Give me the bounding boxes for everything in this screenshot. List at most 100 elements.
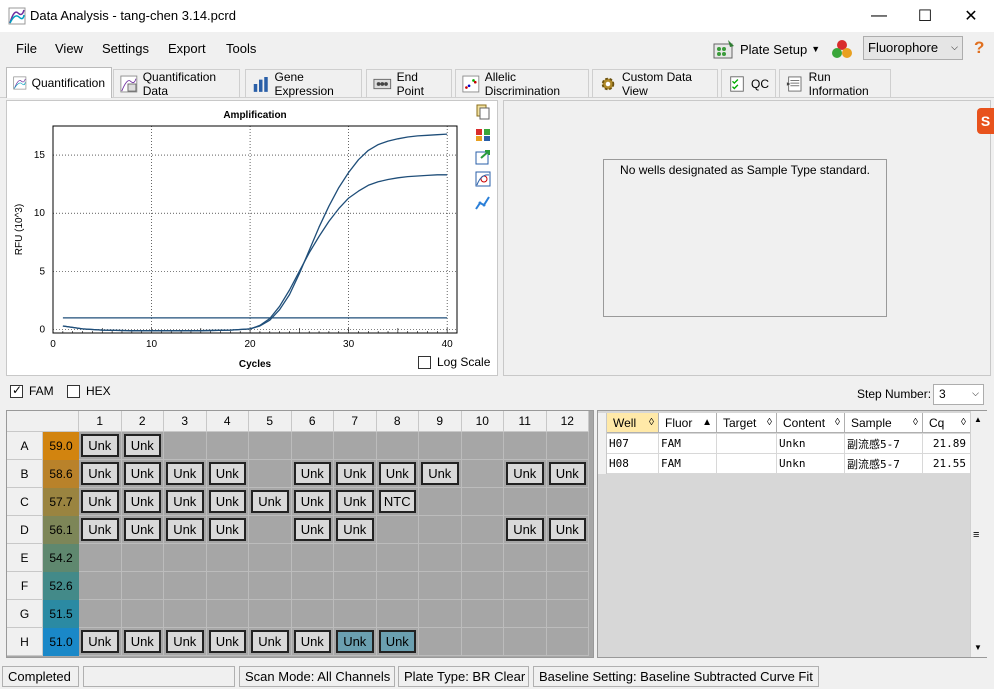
well-content-label[interactable]: Unk [378, 630, 416, 653]
table-cell-content[interactable]: Unkn [777, 454, 845, 474]
well-content-label[interactable]: Unk [251, 630, 289, 653]
plate-well-A12[interactable] [546, 432, 589, 460]
plate-well-F10[interactable] [461, 572, 504, 600]
plate-well-A2[interactable]: Unk [121, 432, 164, 460]
plate-row-header[interactable]: H [7, 628, 43, 656]
plate-well-G8[interactable] [376, 600, 419, 628]
plate-well-B10[interactable] [461, 460, 504, 488]
column-header-content[interactable]: Content ◊ [777, 413, 845, 433]
column-header-sample[interactable]: Sample ◊ [845, 413, 923, 433]
fluorophore-color-icon[interactable] [830, 38, 854, 60]
log-scale-checkbox[interactable] [418, 355, 431, 369]
plate-row-header[interactable]: G [7, 600, 43, 628]
plate-well-C5[interactable]: Unk [249, 488, 292, 516]
tab-run-information[interactable]: Run Information [779, 69, 891, 98]
plate-well-B5[interactable] [249, 460, 292, 488]
well-content-label[interactable]: Unk [81, 630, 119, 653]
table-cell-well[interactable]: H07 [607, 434, 659, 454]
well-content-label[interactable]: Unk [166, 490, 204, 513]
plate-well-F11[interactable] [504, 572, 547, 600]
plate-well-H9[interactable] [419, 628, 462, 656]
plate-well-E9[interactable] [419, 544, 462, 572]
plate-well-C6[interactable]: Unk [291, 488, 334, 516]
plate-well-D2[interactable]: Unk [121, 516, 164, 544]
column-header-cq[interactable]: Cq ◊ [923, 413, 971, 433]
plate-well-G4[interactable] [206, 600, 249, 628]
plate-well-D5[interactable] [249, 516, 292, 544]
table-cell-cq[interactable]: 21.55 [923, 454, 971, 474]
fluorophore-select[interactable]: Fluorophore ⌵ [863, 36, 963, 60]
well-content-label[interactable]: Unk [293, 518, 331, 541]
fam-checkbox[interactable] [10, 383, 23, 398]
table-cell-content[interactable]: Unkn [777, 434, 845, 454]
plate-well-E8[interactable] [376, 544, 419, 572]
plate-well-C11[interactable] [504, 488, 547, 516]
hex-checkbox[interactable] [67, 384, 80, 398]
menu-view[interactable]: View [55, 41, 83, 56]
plate-well-E2[interactable] [121, 544, 164, 572]
curve-options-icon[interactable] [475, 195, 491, 211]
well-content-label[interactable]: Unk [81, 462, 119, 485]
plate-setup-button[interactable]: Plate Setup ▼ [712, 36, 820, 62]
plate-column-header[interactable]: 7 [334, 411, 377, 432]
plate-well-D3[interactable]: Unk [164, 516, 207, 544]
tab-gene-expression[interactable]: Gene Expression [245, 69, 362, 98]
plate-well-C8[interactable]: NTC [376, 488, 419, 516]
plate-well-G3[interactable] [164, 600, 207, 628]
ime-icon[interactable]: S [977, 108, 994, 134]
plate-column-header[interactable]: 9 [419, 411, 462, 432]
plate-well-B3[interactable]: Unk [164, 460, 207, 488]
well-content-label[interactable]: Unk [123, 462, 161, 485]
sort-icon[interactable]: ◊ [649, 417, 654, 428]
column-header-fluor[interactable]: Fluor ▲ [659, 413, 717, 433]
zoom-chart-icon[interactable] [475, 171, 491, 187]
sort-icon[interactable]: ◊ [835, 417, 840, 428]
plate-column-header[interactable]: 6 [291, 411, 334, 432]
plate-well-C10[interactable] [461, 488, 504, 516]
well-content-label[interactable]: Unk [208, 490, 246, 513]
well-content-label[interactable]: Unk [336, 462, 374, 485]
well-content-label[interactable]: Unk [506, 462, 544, 485]
plate-column-header[interactable]: 10 [461, 411, 504, 432]
plate-well-A8[interactable] [376, 432, 419, 460]
plate-well-D4[interactable]: Unk [206, 516, 249, 544]
hex-toggle[interactable]: HEX [67, 384, 111, 398]
table-cell-fluor[interactable]: FAM [659, 454, 717, 474]
well-content-label[interactable]: Unk [293, 462, 331, 485]
well-content-label[interactable]: Unk [336, 518, 374, 541]
plate-well-B8[interactable]: Unk [376, 460, 419, 488]
plate-well-G9[interactable] [419, 600, 462, 628]
plate-well-H8[interactable]: Unk [376, 628, 419, 656]
plate-well-D1[interactable]: Unk [79, 516, 122, 544]
table-cell-cq[interactable]: 21.89 [923, 434, 971, 454]
well-content-label[interactable]: Unk [548, 462, 586, 485]
well-content-label[interactable]: Unk [208, 630, 246, 653]
minimize-button[interactable]: — [856, 0, 902, 32]
plate-row-header[interactable]: C [7, 488, 43, 516]
amplification-chart[interactable]: Amplification 0 10 20 30 40 0 5 10 15 Cycles RFU (1… [7, 101, 497, 375]
plate-well-E7[interactable] [334, 544, 377, 572]
close-button[interactable]: ✕ [948, 0, 994, 32]
plate-well-A1[interactable]: Unk [79, 432, 122, 460]
sort-icon[interactable]: ◊ [961, 417, 966, 428]
plate-well-G6[interactable] [291, 600, 334, 628]
plate-well-H2[interactable]: Unk [121, 628, 164, 656]
plate-well-F9[interactable] [419, 572, 462, 600]
plate-well-G5[interactable] [249, 600, 292, 628]
plate-column-header[interactable]: 12 [546, 411, 589, 432]
plate-column-header[interactable]: 2 [121, 411, 164, 432]
plate-row-header[interactable]: D [7, 516, 43, 544]
log-scale-toggle[interactable]: Log Scale [418, 355, 490, 369]
plate-color-icon[interactable] [475, 126, 491, 142]
plate-corner-cell[interactable] [7, 411, 79, 432]
tab-custom-data-view[interactable]: Custom Data View [592, 69, 718, 98]
well-content-label[interactable]: Unk [166, 518, 204, 541]
plate-well-A4[interactable] [206, 432, 249, 460]
plate-well-B6[interactable]: Unk [291, 460, 334, 488]
plate-well-B4[interactable]: Unk [206, 460, 249, 488]
well-content-label[interactable]: Unk [166, 630, 204, 653]
plate-well-F3[interactable] [164, 572, 207, 600]
plate-well-D12[interactable]: Unk [546, 516, 589, 544]
well-content-label[interactable]: Unk [293, 630, 331, 653]
plate-column-header[interactable]: 4 [206, 411, 249, 432]
